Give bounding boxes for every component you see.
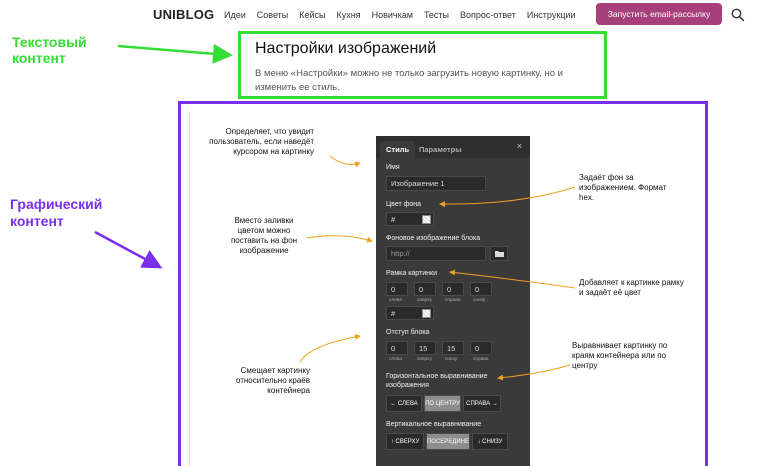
callout-name: Определяет, что увидит пользователь, есл… xyxy=(209,127,314,156)
bg-image-label: Фоновое изображение блока xyxy=(386,235,481,242)
name-input[interactable]: Изображение 1 xyxy=(386,176,486,191)
frame-right-input[interactable]: 0 xyxy=(442,282,464,296)
frame-right-caption: справа xyxy=(445,298,461,303)
frame-left-input[interactable]: 0 xyxy=(386,282,408,296)
frame-bottom-caption: снизу xyxy=(473,298,486,303)
frame-bottom-input[interactable]: 0 xyxy=(470,282,492,296)
halign-left-button[interactable]: ← СЛЕВА xyxy=(386,395,422,412)
padding-top-caption: сверху xyxy=(417,357,432,362)
padding-bottom-input[interactable]: 15 xyxy=(442,341,464,355)
padding-left-caption: слева xyxy=(389,357,403,362)
bg-color-label: Цвет фона xyxy=(386,201,422,208)
nav-link-beginners[interactable]: Новичкам xyxy=(372,10,413,20)
text-content-frame: Настройки изображений В меню «Настройки»… xyxy=(238,31,607,99)
padding-label: Отступ блока xyxy=(386,329,430,336)
nav-link-cases[interactable]: Кейсы xyxy=(299,10,325,20)
nav-link-qa[interactable]: Вопрос-ответ xyxy=(460,10,516,20)
nav-link-instructions[interactable]: Инструкции xyxy=(527,10,576,20)
nav-links: Идеи Советы Кейсы Кухня Новичкам Тесты В… xyxy=(224,10,575,20)
callout-frame: Добавляет к картинке рамку и задаёт её ц… xyxy=(579,278,684,297)
frame-color-swatch[interactable] xyxy=(422,309,431,318)
frame-top-input[interactable]: 0 xyxy=(414,282,436,296)
halign-label: Горизонтальное выравнивание изображения xyxy=(386,373,488,389)
annotation-graphic-content: Графический контент xyxy=(10,196,103,229)
bg-image-url-input[interactable]: http:// xyxy=(386,246,486,261)
callout-bg-color: Задаёт фон за изображением. Формат hex. xyxy=(579,173,667,202)
image-settings-panel: Стиль Параметры × Имя Изображение 1 Цвет… xyxy=(376,136,530,466)
nav-link-kitchen[interactable]: Кухня xyxy=(337,10,361,20)
valign-label: Вертикальное выравнивание xyxy=(386,421,482,428)
folder-icon[interactable] xyxy=(490,246,508,261)
site-logo[interactable]: UNIBLOG xyxy=(153,7,214,22)
frame-left-caption: слева xyxy=(389,298,403,303)
page: UNIBLOG Идеи Советы Кейсы Кухня Новичкам… xyxy=(0,0,768,466)
callout-padding: Смещает картинку относительно краёв конт… xyxy=(235,366,310,395)
tab-style[interactable]: Стиль xyxy=(380,141,416,158)
padding-right-input[interactable]: 0 xyxy=(470,341,492,355)
nav-link-ideas[interactable]: Идеи xyxy=(224,10,246,20)
valign-top-button[interactable]: ↑ СВЕРХУ xyxy=(386,433,424,450)
search-icon[interactable] xyxy=(731,8,745,22)
valign-bottom-button[interactable]: ↓ СНИЗУ xyxy=(472,433,508,450)
nav-link-tests[interactable]: Тесты xyxy=(424,10,449,20)
arrow-graphic-content xyxy=(94,230,163,269)
launch-email-campaign-button[interactable]: Запустить email-рассылку xyxy=(596,3,722,25)
frame-label: Рамка картинки xyxy=(386,270,437,277)
close-icon[interactable]: × xyxy=(517,141,522,151)
padding-left-input[interactable]: 0 xyxy=(386,341,408,355)
article-title: Настройки изображений xyxy=(255,40,437,57)
padding-top-input[interactable]: 15 xyxy=(414,341,436,355)
article-lead: В меню «Настройки» можно не только загру… xyxy=(255,68,563,93)
arrow-text-content xyxy=(117,43,233,64)
top-navigation: UNIBLOG Идеи Советы Кейсы Кухня Новичкам… xyxy=(0,0,768,30)
callout-bg-image: Вместо заливки цветом можно поставить на… xyxy=(230,216,298,255)
name-label: Имя xyxy=(386,164,400,171)
annotation-text-content: Текстовый контент xyxy=(12,34,87,66)
tab-parameters[interactable]: Параметры xyxy=(413,141,468,158)
padding-bottom-caption: снизу xyxy=(445,357,458,362)
bg-color-swatch[interactable] xyxy=(422,215,431,224)
nav-link-tips[interactable]: Советы xyxy=(257,10,288,20)
divider xyxy=(189,114,190,466)
callout-align: Выравнивает картинку по краям контейнера… xyxy=(572,341,668,370)
valign-middle-button[interactable]: ПОСЕРЕДИНЕ xyxy=(426,433,470,450)
halign-right-button[interactable]: СПРАВА → xyxy=(463,395,501,412)
panel-tabs: Стиль Параметры × xyxy=(376,136,530,158)
halign-center-button[interactable]: ПО ЦЕНТРУ xyxy=(424,395,461,412)
padding-right-caption: справа xyxy=(473,357,489,362)
frame-top-caption: сверху xyxy=(417,298,432,303)
